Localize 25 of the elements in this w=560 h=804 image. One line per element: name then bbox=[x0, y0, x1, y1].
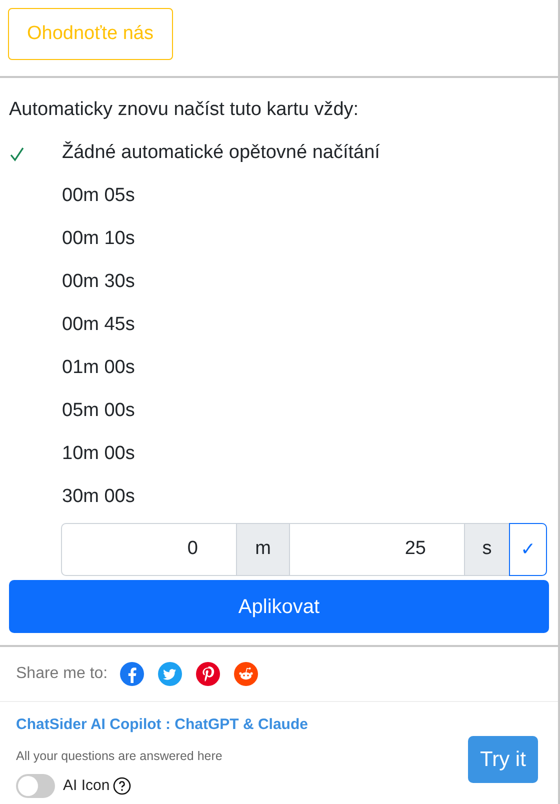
minutes-field[interactable]: 0 bbox=[61, 523, 237, 576]
help-icon[interactable] bbox=[112, 777, 131, 796]
section-heading: Automaticky znovu načíst tuto kartu vždy: bbox=[9, 98, 360, 122]
interval-option[interactable]: 00m 45s bbox=[9, 304, 549, 347]
reddit-icon[interactable] bbox=[234, 662, 258, 686]
promo-subtitle: All your questions are answered here bbox=[16, 748, 224, 765]
apply-button[interactable]: Aplikovat bbox=[9, 580, 549, 633]
toggle-label: AI Icon bbox=[63, 776, 110, 796]
twitter-icon[interactable] bbox=[158, 662, 182, 686]
ai-icon-toggle[interactable] bbox=[16, 774, 55, 798]
interval-option[interactable]: 01m 00s bbox=[9, 347, 549, 390]
seconds-field[interactable]: 25 bbox=[289, 523, 465, 576]
seconds-unit: s bbox=[465, 523, 509, 576]
share-label: Share me to: bbox=[16, 664, 108, 684]
interval-option[interactable]: 00m 10s bbox=[9, 218, 549, 261]
interval-option[interactable]: 00m 30s bbox=[9, 261, 549, 304]
interval-option[interactable]: 00m 05s bbox=[9, 175, 549, 218]
confirm-button[interactable]: ✓ bbox=[509, 523, 547, 576]
minutes-unit: m bbox=[237, 523, 289, 576]
interval-option[interactable]: 10m 00s bbox=[9, 433, 549, 476]
interval-option[interactable]: Žádné automatické opětovné načítání bbox=[9, 132, 549, 175]
interval-option[interactable]: 30m 00s bbox=[9, 476, 549, 519]
pinterest-icon[interactable] bbox=[196, 662, 220, 686]
facebook-icon[interactable] bbox=[120, 662, 144, 686]
interval-option[interactable]: 05m 00s bbox=[9, 390, 549, 433]
